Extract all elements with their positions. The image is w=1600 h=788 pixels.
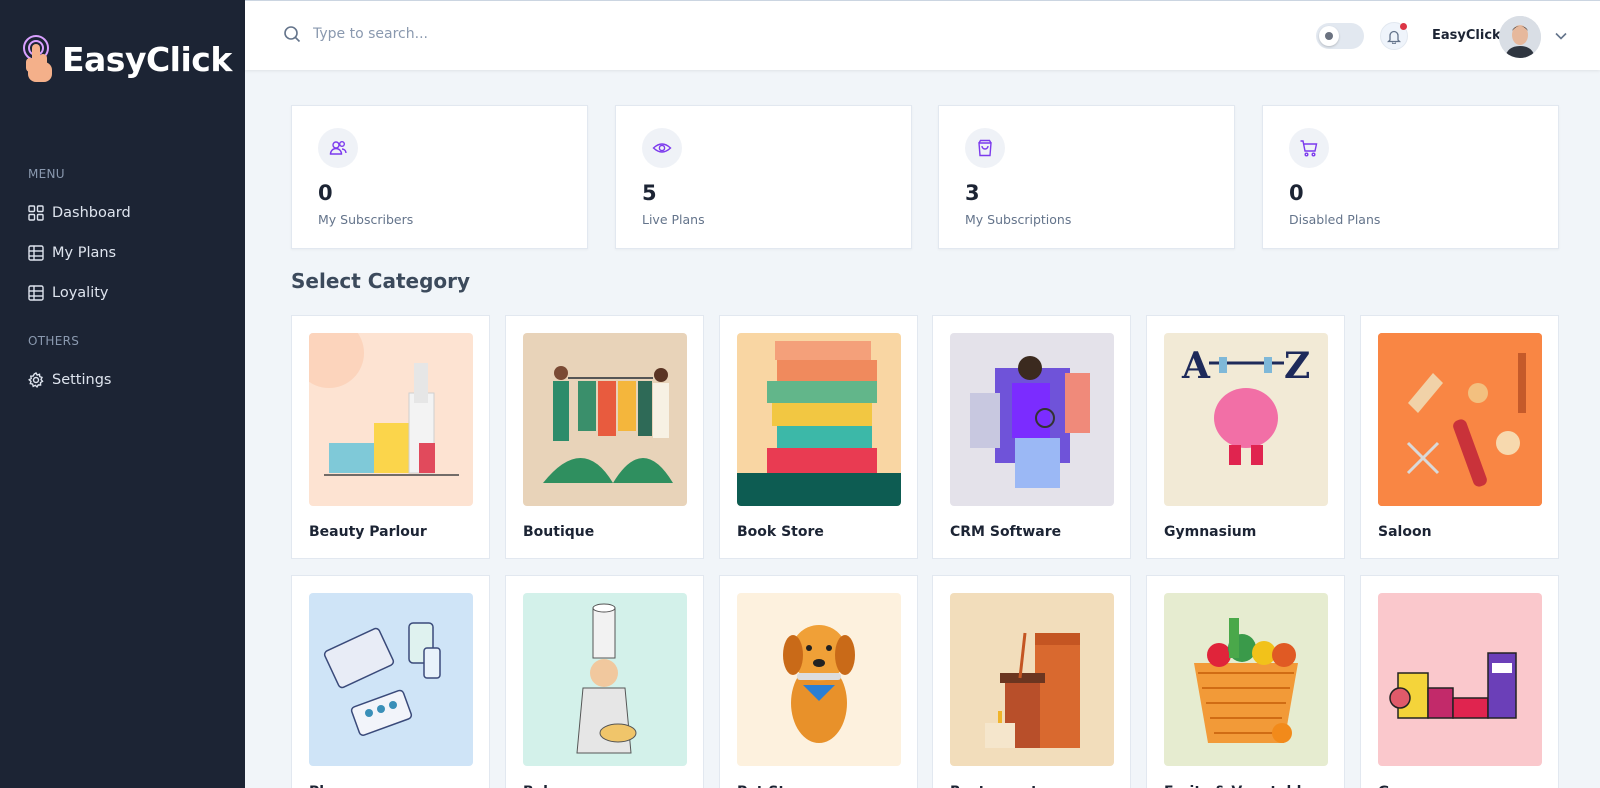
users-icon xyxy=(329,141,347,155)
stat-card-subscribers: 0 My Subscribers xyxy=(291,105,588,249)
sidebar-item-label: Dashboard xyxy=(52,205,131,221)
sidebar-item-my-plans[interactable]: My Plans xyxy=(28,245,116,261)
category-card[interactable]: Book Store xyxy=(719,315,918,559)
bell-icon xyxy=(1387,30,1401,44)
stat-value: 0 xyxy=(318,181,333,205)
eye-icon xyxy=(652,143,672,153)
category-name: Grocery xyxy=(1378,784,1440,788)
category-name: Pharmacy xyxy=(309,784,387,788)
category-card[interactable]: Grocery xyxy=(1360,575,1559,788)
stat-icon-wrap xyxy=(642,128,682,168)
stat-label: Disabled Plans xyxy=(1289,212,1381,227)
category-image xyxy=(737,333,901,506)
category-card[interactable]: Boutique xyxy=(505,315,704,559)
table-icon xyxy=(28,285,44,301)
category-card[interactable]: Saloon xyxy=(1360,315,1559,559)
brand-logo[interactable]: EasyClick xyxy=(22,34,232,84)
category-card[interactable]: A Z Gymnasium xyxy=(1146,315,1345,559)
notification-dot xyxy=(1400,23,1407,30)
stat-label: My Subscriptions xyxy=(965,212,1072,227)
category-name: Gymnasium xyxy=(1164,524,1257,540)
category-card[interactable]: CRM Software xyxy=(932,315,1131,559)
gear-icon xyxy=(28,372,44,388)
search-input[interactable] xyxy=(313,26,613,42)
category-name: CRM Software xyxy=(950,524,1062,540)
bag-icon xyxy=(978,139,992,157)
category-card[interactable]: Bakery xyxy=(505,575,704,788)
sidebar-item-loyality[interactable]: Loyality xyxy=(28,285,109,301)
user-photo xyxy=(1499,16,1541,58)
stat-value: 0 xyxy=(1289,181,1304,205)
category-name: Book Store xyxy=(737,524,824,540)
category-image xyxy=(523,333,687,506)
section-title: Select Category xyxy=(291,269,471,293)
svg-text:A: A xyxy=(1181,345,1211,387)
sidebar-item-settings[interactable]: Settings xyxy=(28,372,111,388)
stat-card-subscriptions: 3 My Subscriptions xyxy=(938,105,1235,249)
stat-card-disabled-plans: 0 Disabled Plans xyxy=(1262,105,1559,249)
svg-text:Z: Z xyxy=(1284,345,1310,387)
category-card[interactable]: Fruits & Vegetables xyxy=(1146,575,1345,788)
others-heading: OTHERS xyxy=(28,334,80,348)
category-image xyxy=(309,593,473,766)
stat-icon-wrap xyxy=(318,128,358,168)
avatar[interactable] xyxy=(1499,16,1541,58)
notification-button[interactable] xyxy=(1380,22,1408,50)
brand-name: EasyClick xyxy=(62,39,232,79)
category-name: Boutique xyxy=(523,524,595,540)
category-image xyxy=(1164,593,1328,766)
sidebar-item-label: Settings xyxy=(52,372,112,388)
category-card[interactable]: Beauty Parlour xyxy=(291,315,490,559)
stat-icon-wrap xyxy=(1289,128,1329,168)
category-name: Restaurant xyxy=(950,784,1038,788)
cart-icon xyxy=(1300,140,1318,157)
dark-mode-toggle[interactable] xyxy=(1316,23,1364,49)
category-name: Pet Store xyxy=(737,784,811,788)
sidebar: EasyClick MENU Dashboard My Plans Loyali… xyxy=(0,0,245,788)
menu-heading: MENU xyxy=(28,167,65,181)
category-image: AZ xyxy=(1164,333,1328,506)
category-card[interactable]: Pharmacy xyxy=(291,575,490,788)
search-bar xyxy=(283,25,613,43)
stat-value: 3 xyxy=(965,181,980,205)
category-image xyxy=(1378,333,1542,506)
stat-icon-wrap xyxy=(965,128,1005,168)
sidebar-item-dashboard[interactable]: Dashboard xyxy=(28,205,131,221)
table-icon xyxy=(28,245,44,261)
sidebar-item-label: My Plans xyxy=(52,245,117,261)
category-name: Bakery xyxy=(523,784,578,788)
stat-card-live-plans: 5 Live Plans xyxy=(615,105,912,249)
category-name: Fruits & Vegetables xyxy=(1164,784,1319,788)
category-image xyxy=(523,593,687,766)
category-image xyxy=(309,333,473,506)
top-header: EasyClick xyxy=(245,0,1600,70)
category-name: Beauty Parlour xyxy=(309,524,427,540)
category-card[interactable]: Pet Store xyxy=(719,575,918,788)
category-image xyxy=(737,593,901,766)
stat-value: 5 xyxy=(642,181,657,205)
search-icon[interactable] xyxy=(283,25,301,43)
category-name: Saloon xyxy=(1378,524,1432,540)
stat-label: My Subscribers xyxy=(318,212,414,227)
category-image xyxy=(1378,593,1542,766)
grid-icon xyxy=(28,205,44,221)
category-card[interactable]: Restaurant xyxy=(932,575,1131,788)
user-name[interactable]: EasyClick xyxy=(1432,28,1501,43)
category-image xyxy=(950,333,1114,506)
sidebar-item-label: Loyality xyxy=(52,285,109,301)
pointer-hand-icon xyxy=(23,35,52,82)
stat-label: Live Plans xyxy=(642,212,705,227)
category-image xyxy=(950,593,1114,766)
toggle-knob xyxy=(1319,26,1339,46)
chevron-down-icon[interactable] xyxy=(1554,29,1568,43)
